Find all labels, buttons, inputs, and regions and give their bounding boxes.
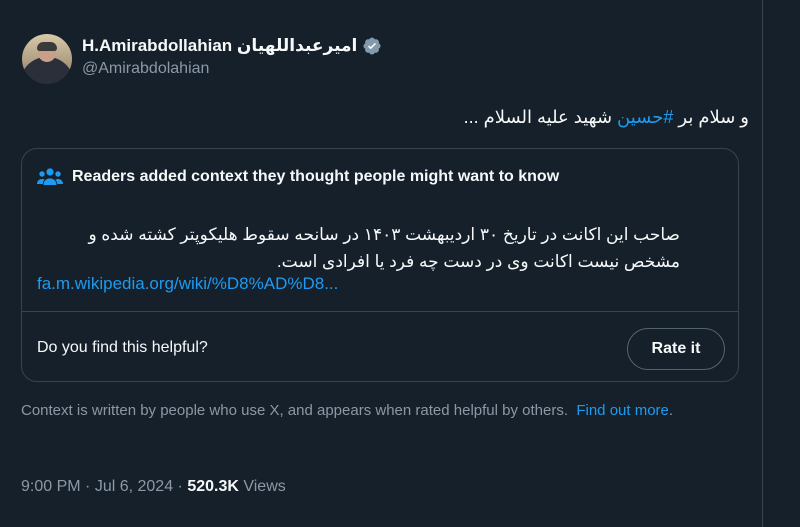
tweet-text-suffix: شهید علیه السلام ... (463, 107, 618, 127)
helpful-question: Do you find this helpful? (37, 339, 208, 356)
tweet-time[interactable]: 9:00 PM (21, 478, 81, 495)
context-info: Context is written by people who use X, … (21, 402, 674, 419)
hashtag-link[interactable]: #حسین (617, 107, 673, 127)
views-count: 520.3K (187, 478, 239, 495)
views-label: Views (243, 478, 286, 495)
note-heading: Readers added context they thought peopl… (72, 168, 560, 185)
rate-it-button[interactable]: Rate it (627, 328, 725, 370)
note-body: صاحب این اکانت در تاریخ ۳۰ اردیبهشت ۱۴۰۳… (88, 225, 680, 271)
avatar[interactable] (22, 34, 72, 84)
tweet-text: و سلام بر #حسین شهید علیه السلام ... (464, 107, 749, 128)
column-border (762, 0, 763, 527)
tweet-meta: 9:00 PM · Jul 6, 2024 · 520.3K Views (21, 478, 286, 495)
community-note: Readers added context they thought peopl… (21, 148, 739, 382)
verified-badge-icon (363, 37, 381, 55)
tweet-text-prefix: و سلام بر (673, 107, 749, 127)
note-header[interactable]: Readers added context they thought peopl… (37, 167, 559, 187)
find-out-more-link[interactable]: Find out more (576, 402, 669, 419)
context-info-text: Context is written by people who use X, … (21, 402, 568, 419)
author-name-row[interactable]: H.Amirabdollahian امیرعبداللهیان (82, 36, 382, 56)
tweet-date[interactable]: Jul 6, 2024 (95, 478, 173, 495)
note-divider (22, 311, 738, 312)
people-icon (37, 168, 63, 185)
author-handle[interactable]: @Amirabdolahian (82, 60, 209, 78)
note-source-link[interactable]: fa.m.wikipedia.org/wiki/%D8%AD%D8... (37, 274, 338, 294)
author-name[interactable]: H.Amirabdollahian امیرعبداللهیان (82, 36, 357, 56)
